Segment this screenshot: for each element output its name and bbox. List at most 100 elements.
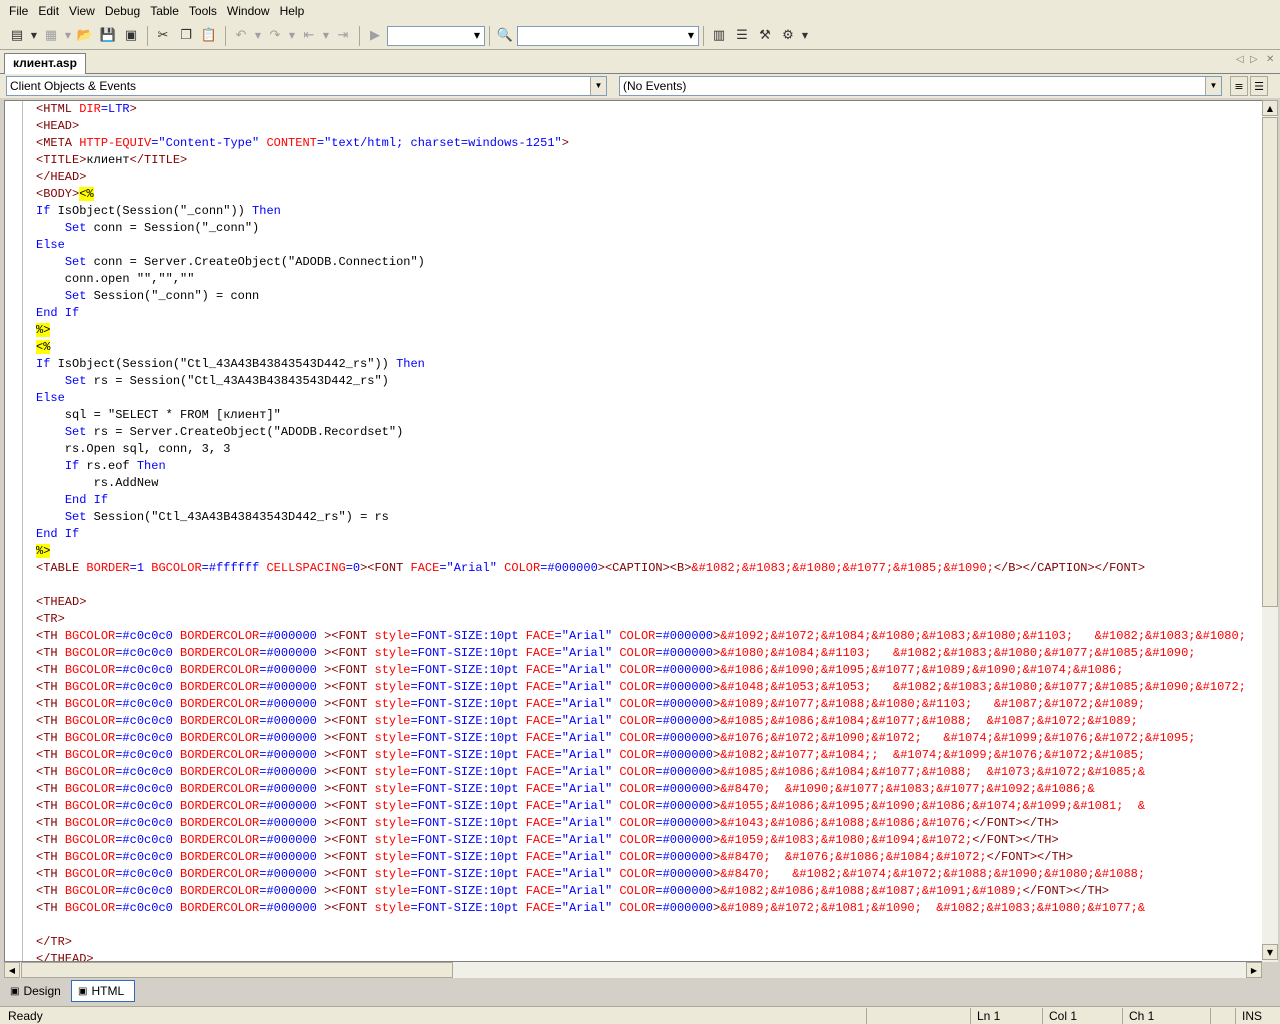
menu-table[interactable]: Table	[145, 0, 184, 22]
code-area[interactable]: <HTML DIR=LTR> <HEAD> <META HTTP-EQUIV="Co…	[36, 101, 1261, 961]
save-all-icon[interactable]: ▣	[120, 25, 142, 47]
start-icon[interactable]: ▶	[364, 25, 386, 47]
code-line[interactable]: <TH BGCOLOR=#c0c0c0 BORDERCOLOR=#000000 …	[36, 645, 1261, 662]
code-line[interactable]: <TH BGCOLOR=#c0c0c0 BORDERCOLOR=#000000 …	[36, 696, 1261, 713]
toolbox-icon[interactable]: ⚒	[754, 25, 776, 47]
code-line[interactable]: </HEAD>	[36, 169, 1261, 186]
code-line[interactable]: rs.AddNew	[36, 475, 1261, 492]
code-line[interactable]: Set Session("_conn") = conn	[36, 288, 1261, 305]
new-project-icon[interactable]: ▤	[6, 25, 28, 47]
code-line[interactable]: End If	[36, 305, 1261, 322]
code-line[interactable]: rs.Open sql, conn, 3, 3	[36, 441, 1261, 458]
menu-edit[interactable]: Edit	[33, 0, 64, 22]
code-line[interactable]: %>	[36, 543, 1261, 560]
undo-dropdown-icon[interactable]: ▼	[253, 25, 263, 47]
code-line[interactable]: <TH BGCOLOR=#c0c0c0 BORDERCOLOR=#000000 …	[36, 662, 1261, 679]
code-line[interactable]: <HTML DIR=LTR>	[36, 101, 1261, 118]
menu-help[interactable]: Help	[275, 0, 310, 22]
code-line[interactable]: %>	[36, 322, 1261, 339]
code-line[interactable]: Set Session("Ctl_43A43B43843543D442_rs")…	[36, 509, 1261, 526]
add-item-icon[interactable]: ▦	[40, 25, 62, 47]
redo-dropdown-icon[interactable]: ▼	[287, 25, 297, 47]
paste-icon[interactable]: 📋	[198, 25, 220, 47]
code-line[interactable]: Set conn = Session("_conn")	[36, 220, 1261, 237]
tab-scroll-right-icon[interactable]: ▷	[1250, 54, 1258, 65]
code-line[interactable]: Set rs = Session("Ctl_43A43B43843543D442…	[36, 373, 1261, 390]
scroll-up-icon[interactable]: ▲	[1262, 100, 1278, 116]
code-line[interactable]: <TH BGCOLOR=#c0c0c0 BORDERCOLOR=#000000 …	[36, 900, 1261, 917]
code-line[interactable]: <META HTTP-EQUIV="Content-Type" CONTENT=…	[36, 135, 1261, 152]
solution-explorer-icon[interactable]: ▥	[708, 25, 730, 47]
menu-window[interactable]: Window	[222, 0, 275, 22]
object-selector[interactable]: Client Objects & Events ▼	[6, 76, 607, 96]
code-line[interactable]: End If	[36, 526, 1261, 543]
code-line[interactable]: <THEAD>	[36, 594, 1261, 611]
code-line[interactable]: <TH BGCOLOR=#c0c0c0 BORDERCOLOR=#000000 …	[36, 883, 1261, 900]
code-line[interactable]: Set conn = Server.CreateObject("ADODB.Co…	[36, 254, 1261, 271]
code-line[interactable]: <TH BGCOLOR=#c0c0c0 BORDERCOLOR=#000000 …	[36, 679, 1261, 696]
properties-icon[interactable]: ☰	[731, 25, 753, 47]
code-line[interactable]: <TITLE>клиент</TITLE>	[36, 152, 1261, 169]
scrollbar-thumb[interactable]	[1262, 117, 1278, 607]
scroll-left-icon[interactable]: ◀	[4, 962, 20, 978]
navigate-forward-icon[interactable]: ⇥	[332, 25, 354, 47]
menu-file[interactable]: File	[4, 0, 33, 22]
code-line[interactable]: End If	[36, 492, 1261, 509]
code-line[interactable]: <%	[36, 339, 1261, 356]
code-line[interactable]: <TH BGCOLOR=#c0c0c0 BORDERCOLOR=#000000 …	[36, 781, 1261, 798]
scrollbar-thumb[interactable]	[21, 962, 453, 978]
full-module-view-icon[interactable]: ☰	[1250, 76, 1268, 96]
redo-icon[interactable]: ↷	[264, 25, 286, 47]
code-line[interactable]: If IsObject(Session("_conn")) Then	[36, 203, 1261, 220]
code-editor[interactable]: <HTML DIR=LTR> <HEAD> <META HTTP-EQUIV="Co…	[4, 100, 1278, 962]
code-line[interactable]: <TH BGCOLOR=#c0c0c0 BORDERCOLOR=#000000 …	[36, 764, 1261, 781]
code-line[interactable]: Else	[36, 237, 1261, 254]
code-line[interactable]: Else	[36, 390, 1261, 407]
find-in-files-icon[interactable]: 🔍	[494, 25, 516, 47]
code-line[interactable]: <TH BGCOLOR=#c0c0c0 BORDERCOLOR=#000000 …	[36, 628, 1261, 645]
cut-icon[interactable]: ✂	[152, 25, 174, 47]
class-view-icon[interactable]: ⚙	[777, 25, 799, 47]
menu-view[interactable]: View	[64, 0, 100, 22]
scroll-right-icon[interactable]: ▶	[1246, 962, 1262, 978]
close-icon[interactable]: ✕	[1266, 54, 1274, 65]
code-line[interactable]: </THEAD>	[36, 951, 1261, 961]
code-line[interactable]: <TH BGCOLOR=#c0c0c0 BORDERCOLOR=#000000 …	[36, 832, 1261, 849]
code-line[interactable]: If rs.eof Then	[36, 458, 1261, 475]
scroll-down-icon[interactable]: ▼	[1262, 944, 1278, 960]
copy-icon[interactable]: ❐	[175, 25, 197, 47]
procedure-view-icon[interactable]: ≡	[1230, 76, 1248, 96]
code-line[interactable]: <TH BGCOLOR=#c0c0c0 BORDERCOLOR=#000000 …	[36, 866, 1261, 883]
tab-html[interactable]: ▣ HTML	[71, 980, 135, 1002]
event-selector[interactable]: (No Events) ▼	[619, 76, 1222, 96]
code-line[interactable]: conn.open "","",""	[36, 271, 1261, 288]
code-line[interactable]: If IsObject(Session("Ctl_43A43B43843543D…	[36, 356, 1261, 373]
code-line[interactable]: Set rs = Server.CreateObject("ADODB.Reco…	[36, 424, 1261, 441]
add-item-dropdown-icon[interactable]: ▼	[63, 25, 73, 47]
horizontal-scrollbar[interactable]: ◀ ▶	[4, 962, 1262, 978]
code-line[interactable]: <TH BGCOLOR=#c0c0c0 BORDERCOLOR=#000000 …	[36, 798, 1261, 815]
code-line[interactable]: sql = "SELECT * FROM [клиент]"	[36, 407, 1261, 424]
tab-design[interactable]: ▣ Design	[4, 980, 67, 1002]
code-line[interactable]: <TH BGCOLOR=#c0c0c0 BORDERCOLOR=#000000 …	[36, 849, 1261, 866]
toolbar-options-icon[interactable]: ▼	[800, 25, 810, 47]
tab-scroll-left-icon[interactable]: ◁	[1236, 54, 1244, 65]
code-line[interactable]	[36, 577, 1261, 594]
navigate-back-icon[interactable]: ⇤	[298, 25, 320, 47]
vertical-scrollbar[interactable]: ▲ ▼	[1262, 100, 1278, 962]
find-combo[interactable]: ▼	[517, 25, 699, 46]
code-line[interactable]: <TR>	[36, 611, 1261, 628]
code-line[interactable]: </TR>	[36, 934, 1261, 951]
new-project-dropdown-icon[interactable]: ▼	[29, 25, 39, 47]
code-line[interactable]: <TH BGCOLOR=#c0c0c0 BORDERCOLOR=#000000 …	[36, 747, 1261, 764]
menu-tools[interactable]: Tools	[184, 0, 222, 22]
code-line[interactable]: <BODY><%	[36, 186, 1261, 203]
tab-klient-asp[interactable]: клиент.asp	[4, 53, 86, 74]
configuration-combo[interactable]: ▼	[387, 25, 485, 46]
save-icon[interactable]: 💾	[97, 25, 119, 47]
navigate-back-dropdown-icon[interactable]: ▼	[321, 25, 331, 47]
code-line[interactable]: <TH BGCOLOR=#c0c0c0 BORDERCOLOR=#000000 …	[36, 815, 1261, 832]
code-line[interactable]: <TABLE BORDER=1 BGCOLOR=#ffffff CELLSPAC…	[36, 560, 1261, 577]
menu-debug[interactable]: Debug	[100, 0, 145, 22]
open-file-icon[interactable]: 📂	[74, 25, 96, 47]
